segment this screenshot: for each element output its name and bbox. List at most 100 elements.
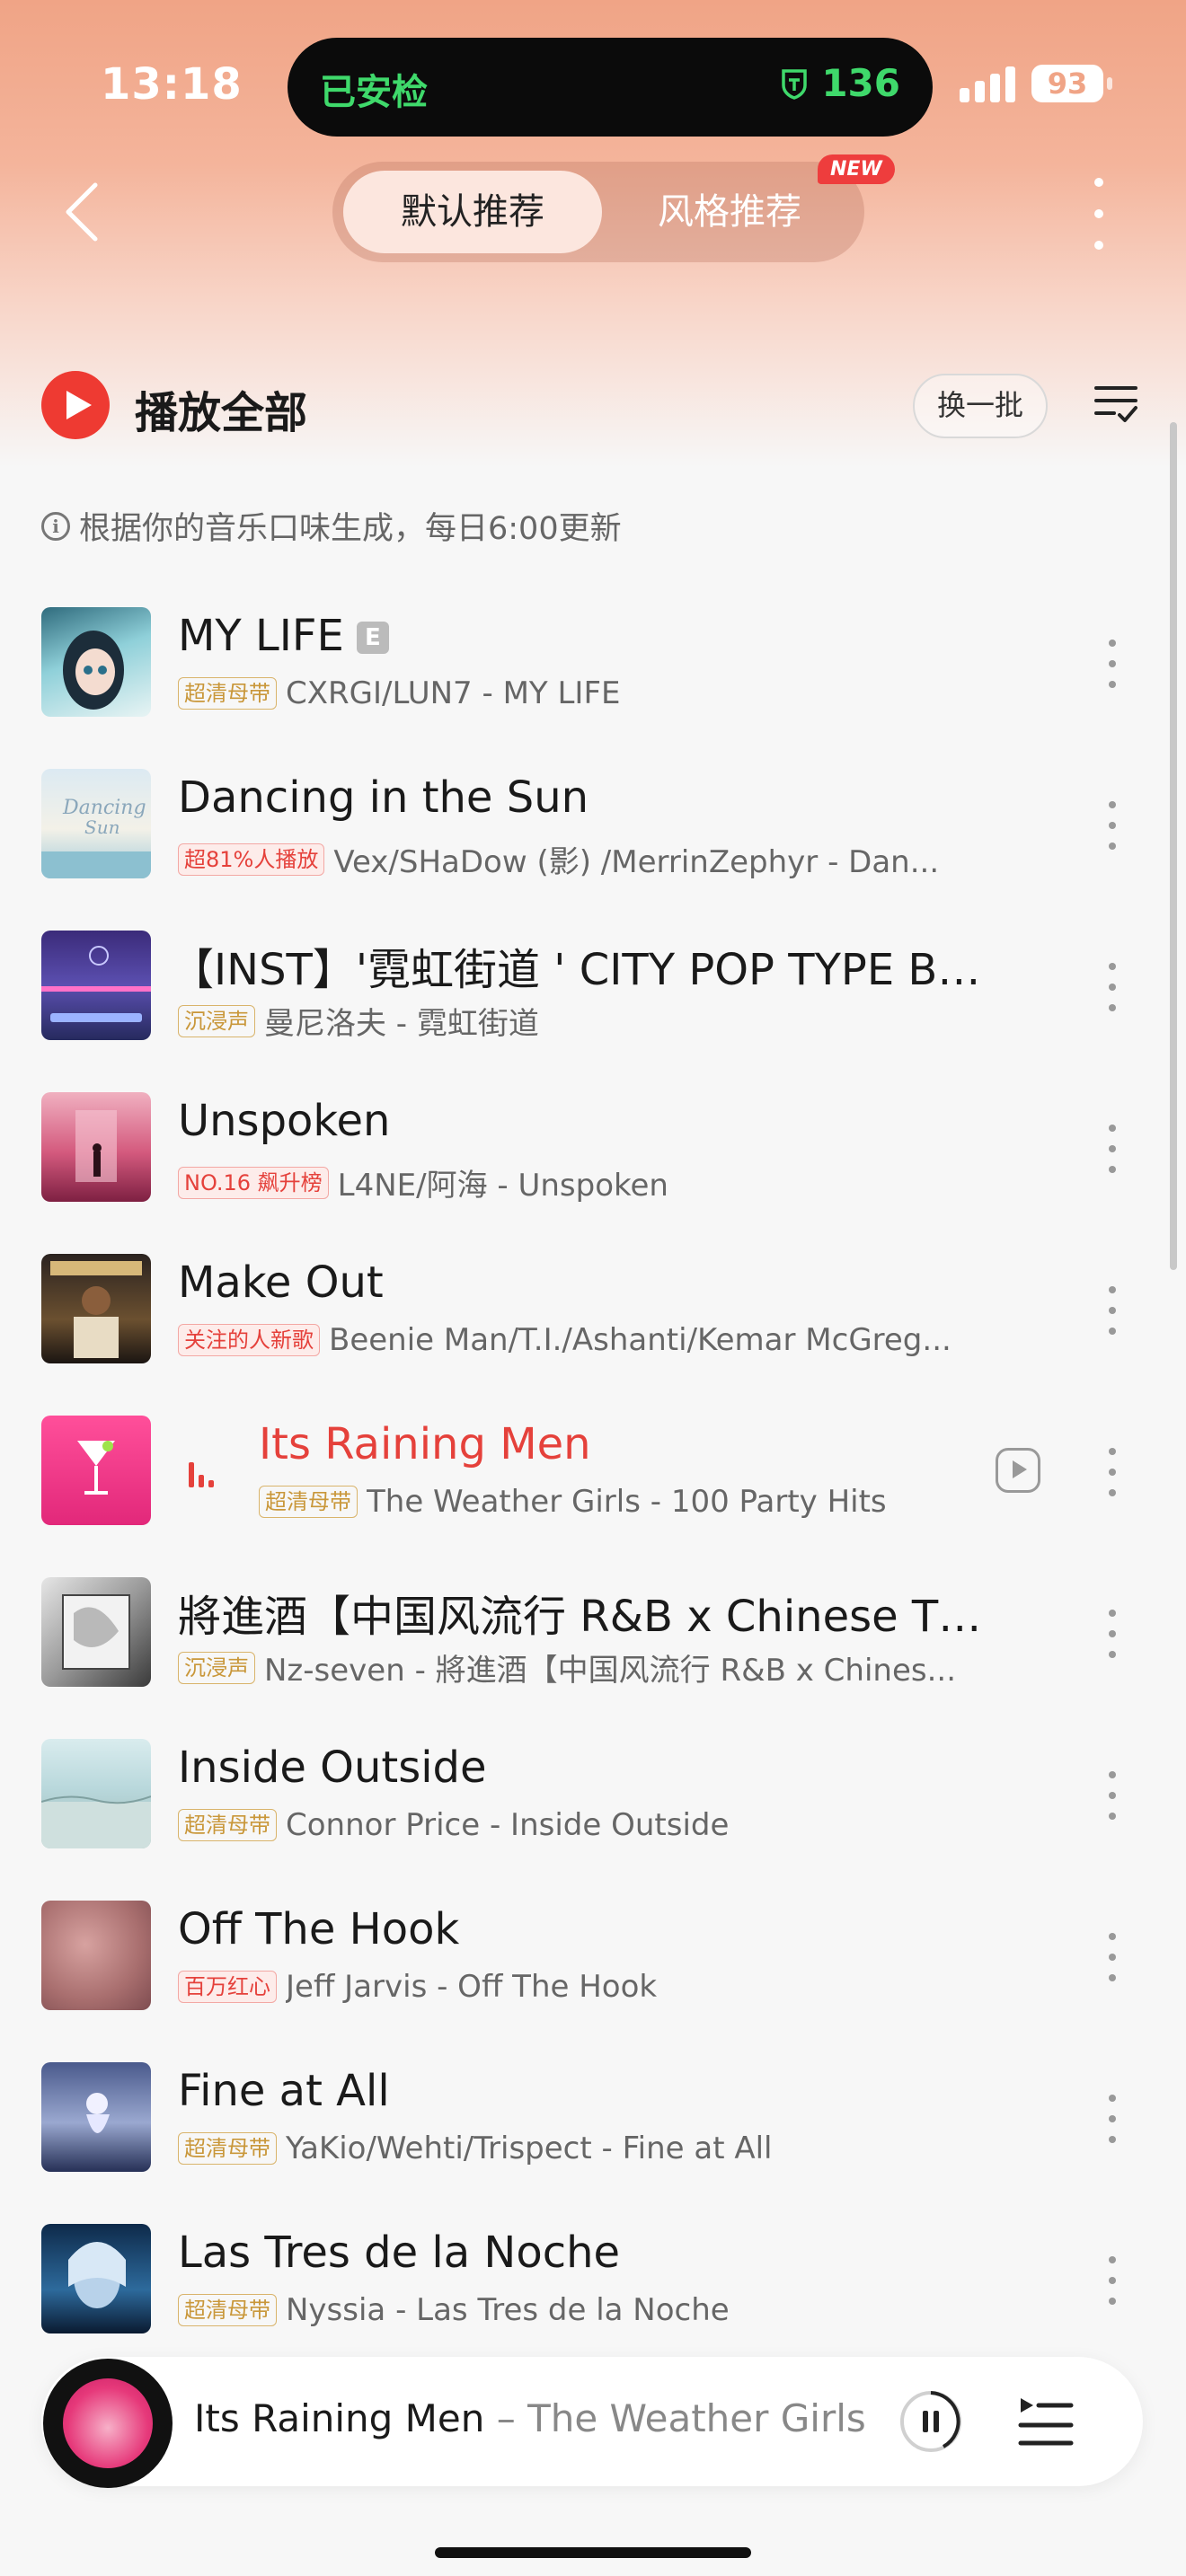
song-artist-album: CXRGI/LUN7 - MY LIFE [286, 675, 621, 711]
song-more-button[interactable] [1103, 640, 1121, 688]
dot [1109, 1771, 1116, 1778]
island-counter: 136 [776, 61, 900, 105]
song-more-button[interactable] [1103, 1771, 1121, 1820]
play-all-button[interactable] [41, 371, 110, 439]
song-subtitle: 百万红心 Jeff Jarvis - Off The Hook [178, 1969, 657, 2005]
song-artist-album: Nyssia - Las Tres de la Noche [286, 2292, 730, 2328]
song-subtitle: 超清母带 The Weather Girls - 100 Party Hits [259, 1484, 887, 1520]
song-more-button[interactable] [1103, 2095, 1121, 2143]
list-check-icon [1094, 386, 1137, 422]
song-more-button[interactable] [1103, 1610, 1121, 1658]
song-artist-album: YaKio/Wehti/Trispect - Fine at All [286, 2130, 773, 2166]
song-more-button[interactable] [1103, 1448, 1121, 1496]
song-more-button[interactable] [1103, 1125, 1121, 1173]
cellular-signal-icon [960, 66, 1015, 102]
tab-style-recommend[interactable]: 风格推荐 [622, 171, 837, 253]
song-title: Its Raining Men [259, 1419, 591, 1469]
song-more-button[interactable] [1103, 801, 1121, 850]
dot [1094, 178, 1103, 187]
mini-player-disc[interactable] [43, 2359, 173, 2488]
song-row[interactable]: Off The Hook 百万红心 Jeff Jarvis - Off The H… [0, 1886, 1186, 2048]
tab-default-recommend[interactable]: 默认推荐 [343, 171, 602, 253]
quality-tag: 超清母带 [178, 2294, 277, 2326]
pause-button[interactable] [898, 2389, 963, 2454]
song-title: Make Out [178, 1257, 384, 1308]
album-cover [41, 1577, 151, 1687]
dot [1109, 2277, 1116, 2284]
song-title: MY LIFE E [178, 611, 389, 661]
dot [1109, 2095, 1116, 2102]
dot [1109, 1469, 1116, 1476]
song-row[interactable]: MY LIFE E 超清母带 CXRGI/LUN7 - MY LIFE [0, 593, 1186, 754]
dot [1109, 801, 1116, 808]
mini-player-title: Its Raining Men – The Weather Girls [194, 2396, 866, 2440]
song-artist-album: Beenie Man/T.I./Ashanti/Kemar McGreg... [329, 1322, 951, 1358]
dot [1109, 1974, 1116, 1981]
mini-player[interactable]: Its Raining Men – The Weather Girls [41, 2357, 1143, 2488]
dot [1109, 1448, 1116, 1455]
song-artist-album: The Weather Girls - 100 Party Hits [367, 1484, 887, 1520]
explicit-icon: E [356, 622, 389, 654]
song-more-button[interactable] [1103, 1286, 1121, 1335]
dot [1109, 1307, 1116, 1314]
song-artist-album: Vex/SHaDow (影) /MerrinZephyr - Dan... [333, 844, 940, 880]
popularity-tag: 超81%人播放 [178, 842, 325, 876]
dynamic-island[interactable]: 已安检 136 [288, 38, 933, 137]
play-all-label[interactable]: 播放全部 [135, 377, 307, 440]
dot [1109, 1004, 1116, 1011]
song-row[interactable]: Las Tres de la Noche 超清母带 Nyssia - Las Tr… [0, 2210, 1186, 2371]
song-subtitle: 超清母带 Connor Price - Inside Outside [178, 1807, 729, 1843]
album-cover [41, 1739, 151, 1848]
svg-text:Sun: Sun [84, 816, 119, 838]
battery-tip [1107, 77, 1112, 90]
quality-tag: 超清母带 [259, 1486, 358, 1518]
dot [1109, 2136, 1116, 2143]
song-more-button[interactable] [1103, 2256, 1121, 2305]
song-title: Fine at All [178, 2066, 390, 2116]
dot [1109, 822, 1116, 829]
song-artist-album: Connor Price - Inside Outside [286, 1807, 730, 1843]
playlist-queue-button[interactable] [1017, 2393, 1075, 2454]
dot [1109, 1954, 1116, 1961]
home-indicator[interactable] [435, 2547, 751, 2558]
song-subtitle: NO.16 飙升榜 L4NE/阿海 - Unspoken [178, 1160, 668, 1204]
info-icon: i [41, 511, 70, 541]
song-artist-album: L4NE/阿海 - Unspoken [337, 1168, 668, 1204]
song-row[interactable]: Inside Outside 超清母带 Connor Price - Inside… [0, 1725, 1186, 1886]
dot [1109, 1286, 1116, 1293]
song-more-button[interactable] [1103, 963, 1121, 1011]
song-subtitle: 超清母带 Nyssia - Las Tres de la Noche [178, 2292, 730, 2328]
song-row[interactable]: Dancing Sun Dancing in the Sun 超81%人播放 Vex… [0, 754, 1186, 916]
manage-list-button[interactable] [1094, 384, 1137, 429]
back-button[interactable] [56, 176, 110, 248]
album-cover [41, 1092, 151, 1202]
now-playing-icon [189, 1455, 214, 1487]
mini-artist: The Weather Girls [527, 2396, 866, 2440]
dot [1109, 1145, 1116, 1152]
album-cover [41, 2062, 151, 2172]
dot [1094, 209, 1103, 218]
song-row[interactable]: 將進酒【中国风流行 R&B x Chinese TYP... 沉浸声 Nz-sev… [0, 1563, 1186, 1725]
mini-song-name: Its Raining Men [194, 2396, 485, 2440]
song-row[interactable]: Fine at All 超清母带 YaKio/Wehti/Trispect - F… [0, 2048, 1186, 2210]
album-cover [41, 2224, 151, 2333]
quality-tag: 超清母带 [178, 677, 277, 710]
album-cover [41, 607, 151, 717]
info-line: i 根据你的音乐口味生成，每日6:00更新 [41, 503, 622, 549]
song-row-playing[interactable]: Its Raining Men 超清母带 The Weather Girls - … [0, 1401, 1186, 1563]
dot [1109, 640, 1116, 647]
refresh-batch-button[interactable]: 换一批 [913, 374, 1048, 438]
album-cover [41, 1901, 151, 2010]
quality-tag: 超清母带 [178, 1809, 277, 1841]
mv-play-icon[interactable] [996, 1448, 1040, 1493]
song-row[interactable]: Unspoken NO.16 飙升榜 L4NE/阿海 - Unspoken [0, 1078, 1186, 1239]
song-row[interactable]: Make Out 关注的人新歌 Beenie Man/T.I./Ashanti/K… [0, 1239, 1186, 1401]
scrollbar[interactable] [1170, 422, 1177, 1270]
song-subtitle: 沉浸声 曼尼洛夫 - 霓虹街道 [178, 999, 539, 1043]
shield-icon [782, 68, 808, 100]
dot [1109, 1630, 1116, 1637]
song-row[interactable]: 【INST】'霓虹街道 ' CITY POP TYPE BEAT 沉浸声 曼尼洛夫… [0, 916, 1186, 1078]
more-options-button[interactable] [1085, 178, 1112, 250]
song-more-button[interactable] [1103, 1933, 1121, 1981]
dot [1109, 2298, 1116, 2305]
